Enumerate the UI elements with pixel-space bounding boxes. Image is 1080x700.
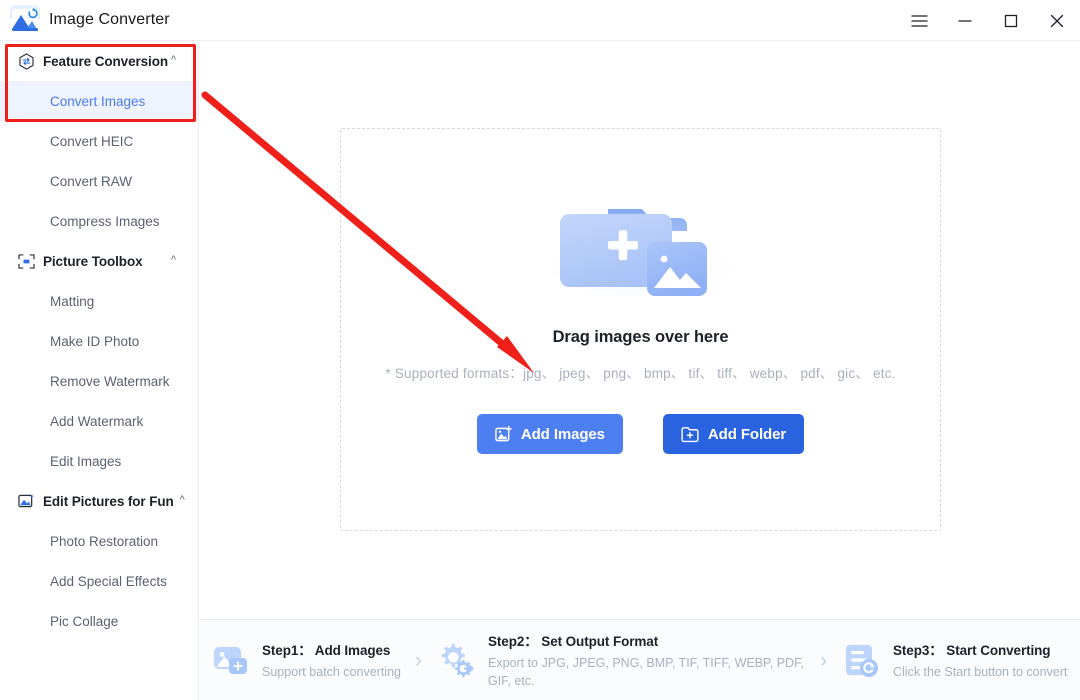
folder-add-icon: [681, 426, 699, 442]
app-logo: [10, 5, 40, 35]
add-images-step-icon: [210, 640, 250, 680]
step-subtitle: Export to JPG, JPEG, PNG, BMP, TIF, TIFF…: [487, 655, 804, 688]
chevron-right-icon: ›: [819, 648, 827, 672]
sidebar-group-edit-pictures-for-fun[interactable]: Edit Pictures for Fun ^: [0, 481, 198, 521]
supported-formats-note: * Supported formats：jpg、 jpeg、 png、 bmp、…: [385, 366, 896, 381]
chevron-up-icon: ^: [170, 53, 176, 66]
drop-zone-title: Drag images over here: [552, 328, 729, 346]
photo-magic-icon: [18, 493, 35, 510]
drop-zone[interactable]: Drag images over here * Supported format…: [340, 128, 941, 531]
add-images-button-label: Add Images: [520, 425, 605, 443]
image-sync-logo-icon: [12, 7, 39, 31]
chevron-right-icon: ›: [414, 648, 422, 672]
gear-export-step-icon: [436, 640, 476, 680]
maximize-icon: [1004, 14, 1018, 27]
image-add-icon: [495, 425, 512, 441]
close-icon: [1050, 14, 1064, 27]
step-subtitle: Click the Start button to convert: [892, 664, 1068, 679]
image-converter-window: Image Converter Feature Conversion ^ Con…: [0, 0, 1080, 700]
sidebar-item-edit-images[interactable]: Edit Images: [0, 441, 198, 481]
sidebar-item-label: Add Special Effects: [50, 573, 167, 589]
sidebar-item-label: Convert RAW: [50, 173, 133, 189]
sidebar-item-matting[interactable]: Matting: [0, 281, 198, 321]
add-folder-button[interactable]: Add Folder: [662, 414, 805, 454]
chevron-up-icon: ^: [170, 253, 176, 266]
drop-zone-actions: Add Images Add Folder: [476, 414, 805, 454]
menu-button[interactable]: [896, 0, 942, 41]
sidebar-item-compress-images[interactable]: Compress Images: [0, 201, 198, 241]
sidebar-item-label: Convert HEIC: [50, 133, 134, 149]
sidebar-item-pic-collage[interactable]: Pic Collage: [0, 601, 198, 641]
sidebar-item-photo-restoration[interactable]: Photo Restoration: [0, 521, 198, 561]
sidebar-item-label: Matting: [50, 293, 95, 309]
sidebar-item-convert-raw[interactable]: Convert RAW: [0, 161, 198, 201]
minimize-button[interactable]: [942, 0, 988, 41]
sidebar-group-label: Edit Pictures for Fun: [43, 493, 174, 509]
chevron-up-icon: ^: [179, 493, 185, 506]
sidebar-item-label: Add Watermark: [50, 413, 144, 429]
step-title: Step1： Add Images: [262, 642, 391, 658]
sidebar-item-convert-heic[interactable]: Convert HEIC: [0, 121, 198, 161]
step-subtitle: Support batch converting: [262, 664, 401, 679]
sidebar-item-label: Photo Restoration: [50, 533, 159, 549]
step-item-3: Step3： Start Converting Click the Start …: [841, 639, 1067, 681]
convert-document-step-icon: [841, 640, 881, 680]
app-title: Image Converter: [49, 11, 170, 28]
sidebar-group-label: Feature Conversion: [43, 53, 168, 69]
hexagon-convert-icon: [18, 52, 35, 70]
sidebar-item-convert-images[interactable]: Convert Images: [0, 81, 198, 121]
sidebar-item-make-id-photo[interactable]: Make ID Photo: [0, 321, 198, 361]
hamburger-icon: [910, 14, 928, 27]
title-bar: Image Converter: [0, 0, 1080, 41]
toolbox-icon: [18, 253, 35, 270]
close-button[interactable]: [1034, 0, 1080, 41]
steps-bar: Step1： Add Images Support batch converti…: [199, 619, 1080, 700]
sidebar-item-add-watermark[interactable]: Add Watermark: [0, 401, 198, 441]
maximize-button[interactable]: [988, 0, 1034, 41]
minimize-icon: [958, 19, 972, 22]
sidebar-item-add-special-effects[interactable]: Add Special Effects: [0, 561, 198, 601]
sidebar-item-remove-watermark[interactable]: Remove Watermark: [0, 361, 198, 401]
main-content: Drag images over here * Supported format…: [199, 41, 1080, 700]
folder-add-image-illustration-icon: [546, 193, 736, 303]
sidebar-item-label: Make ID Photo: [50, 333, 140, 349]
step-title: Step3： Start Converting: [892, 642, 1051, 658]
sidebar-group-picture-toolbox[interactable]: Picture Toolbox ^: [0, 241, 198, 281]
sidebar-group-feature-conversion[interactable]: Feature Conversion ^: [0, 41, 198, 81]
sidebar: Feature Conversion ^ Convert Images Conv…: [0, 41, 199, 700]
sidebar-item-label: Pic Collage: [50, 613, 119, 629]
step-title: Step2： Set Output Format: [487, 633, 659, 649]
sidebar-item-label: Edit Images: [50, 453, 122, 469]
add-images-button[interactable]: Add Images: [476, 414, 623, 454]
sidebar-item-label: Convert Images: [50, 93, 146, 109]
window-controls: [896, 0, 1080, 41]
add-folder-button-label: Add Folder: [707, 425, 787, 443]
sidebar-item-label: Remove Watermark: [50, 373, 170, 389]
step-item-1: Step1： Add Images Support batch converti…: [210, 639, 401, 681]
step-item-2: Step2： Set Output Format Export to JPG, …: [436, 630, 806, 690]
sidebar-group-label: Picture Toolbox: [43, 253, 143, 269]
sidebar-item-label: Compress Images: [50, 213, 160, 229]
